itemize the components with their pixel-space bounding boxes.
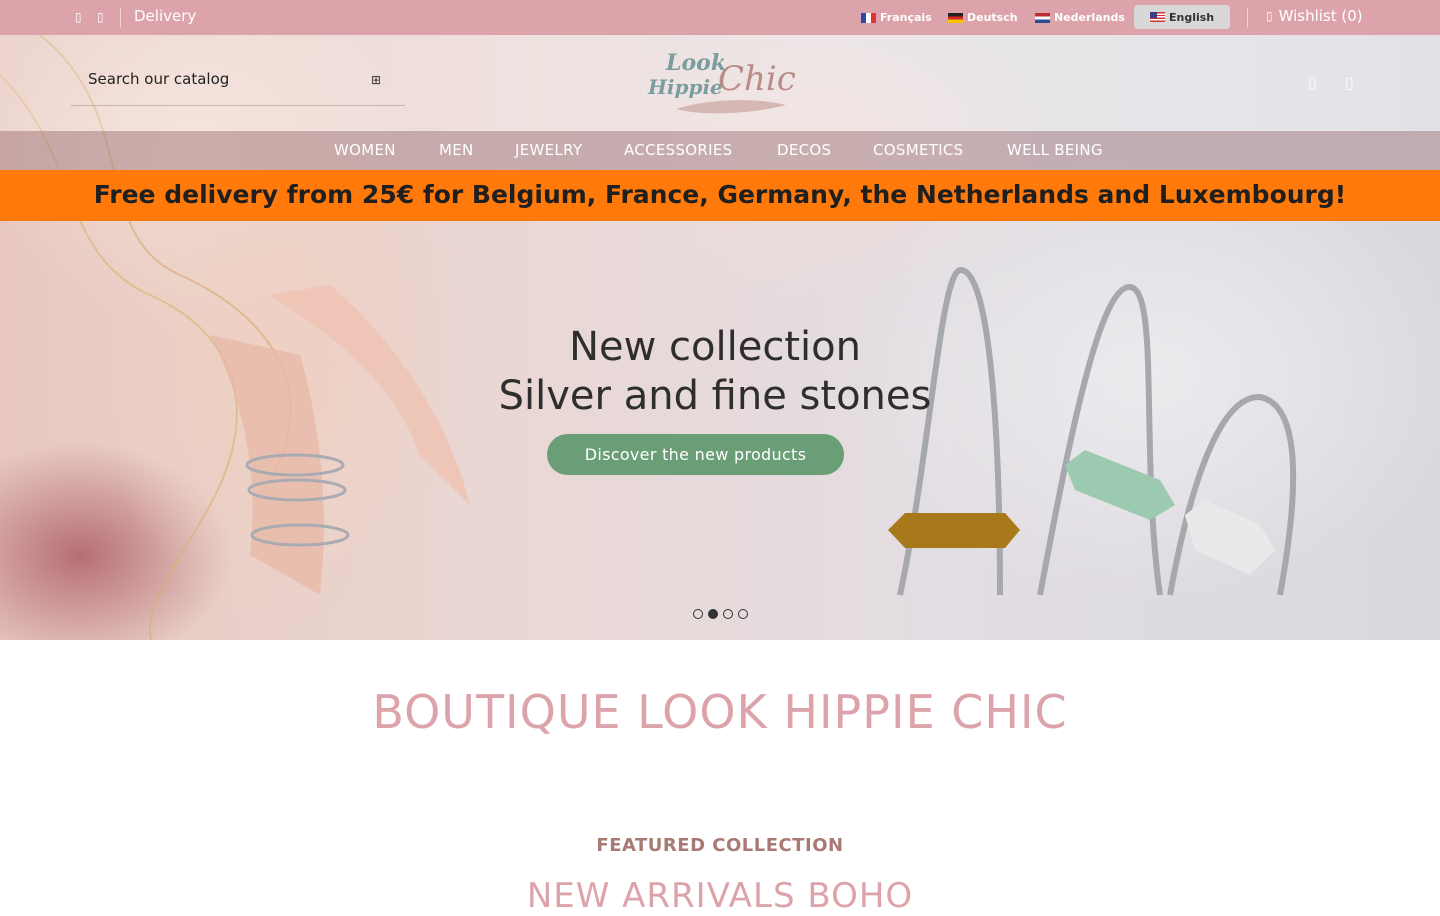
nav-decos[interactable]: DECOS — [777, 141, 831, 159]
slide-dot-active[interactable] — [708, 609, 718, 619]
slide-dot[interactable] — [723, 609, 733, 619]
delivery-link[interactable]: Delivery — [134, 7, 196, 25]
search-box: ⊞ — [71, 57, 405, 106]
language-dutch[interactable]: Nederlands — [1035, 11, 1125, 24]
nav-men[interactable]: MEN — [439, 141, 474, 159]
nav-cosmetics[interactable]: COSMETICS — [873, 141, 964, 159]
hero-slider: ⊞ Look Hippie Chic ▯ ▯ WOMEN MEN JEWELRY… — [0, 35, 1440, 640]
logo-text-chic: Chic — [718, 59, 796, 99]
germany-flag-icon — [948, 12, 963, 23]
search-icon[interactable]: ⊞ — [371, 73, 381, 87]
facebook-icon[interactable]: ▯ — [75, 10, 82, 24]
nav-accessories[interactable]: ACCESSORIES — [624, 141, 732, 159]
language-french[interactable]: Français — [861, 11, 932, 24]
netherlands-flag-icon — [1035, 12, 1050, 23]
cart-icon[interactable]: ▯ — [1345, 73, 1354, 92]
nav-jewelry[interactable]: JEWELRY — [515, 141, 582, 159]
account-icon[interactable]: ▯ — [1308, 73, 1317, 92]
slide-title-line2: Silver and fine stones — [498, 373, 932, 419]
logo-text-hippie: Hippie — [648, 75, 723, 99]
heart-icon: ▯ — [1266, 9, 1273, 23]
promo-banner: Free delivery from 25€ for Belgium, Fran… — [0, 170, 1440, 221]
france-flag-icon — [861, 12, 876, 23]
language-english[interactable]: English — [1134, 5, 1231, 29]
promo-banner-text: Free delivery from 25€ for Belgium, Fran… — [93, 180, 1347, 209]
divider — [120, 8, 121, 28]
discover-new-products-button[interactable]: Discover the new products — [547, 434, 844, 475]
main-nav: WOMEN MEN JEWELRY ACCESSORIES DECOS COSM… — [0, 131, 1440, 170]
slide-title: New collection Silver and fine stones — [450, 323, 980, 421]
nav-well-being[interactable]: WELL BEING — [1007, 141, 1103, 159]
page-title: BOUTIQUE LOOK HIPPIE CHIC — [372, 685, 1068, 739]
language-german[interactable]: Deutsch — [948, 11, 1018, 24]
nav-women[interactable]: WOMEN — [334, 141, 396, 159]
slide-dot[interactable] — [693, 609, 703, 619]
slider-pagination — [693, 609, 748, 619]
instagram-icon[interactable]: ▯ — [97, 10, 104, 24]
top-bar: ▯ ▯ Delivery Français Deutsch Nederlands… — [0, 0, 1440, 35]
wishlist-link[interactable]: ▯ Wishlist (0) — [1266, 7, 1363, 25]
divider — [1247, 8, 1248, 28]
us-flag-icon — [1150, 12, 1165, 22]
site-logo[interactable]: Look Hippie Chic — [646, 47, 796, 127]
slide-title-line1: New collection — [569, 324, 861, 370]
featured-collection-label: FEATURED COLLECTION — [596, 835, 844, 856]
slide-dot[interactable] — [738, 609, 748, 619]
featured-collection-title: NEW ARRIVALS BOHO — [526, 876, 914, 916]
search-input[interactable] — [86, 69, 360, 89]
